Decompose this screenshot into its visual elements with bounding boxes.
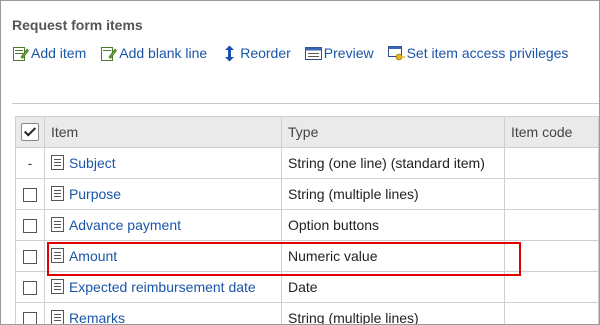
reorder-arrows-icon: [221, 45, 238, 62]
preview-button[interactable]: Preview: [304, 45, 374, 62]
row-select-cell[interactable]: [15, 302, 45, 324]
divider: [12, 103, 599, 104]
item-cell: Remarks: [43, 302, 283, 324]
item-cell: Advance payment: [43, 209, 283, 241]
item-code-cell: [503, 240, 599, 272]
document-icon: [50, 248, 64, 263]
document-icon: [50, 186, 64, 201]
item-link[interactable]: Expected reimbursement date: [69, 279, 256, 295]
row-select-cell[interactable]: [15, 178, 45, 210]
item-link[interactable]: Subject: [69, 155, 116, 171]
table-header-row: Item Type Item code: [15, 116, 599, 148]
item-link[interactable]: Purpose: [69, 186, 121, 202]
select-all-checkbox[interactable]: [20, 123, 39, 142]
set-item-access-privileges-button[interactable]: Set item access privileges: [387, 45, 569, 62]
table-row: Expected reimbursement date Date: [15, 271, 599, 303]
items-table: Item Type Item code - Subject String (on…: [15, 116, 599, 324]
item-code-cell: [503, 147, 599, 179]
item-code-cell: [503, 178, 599, 210]
request-form-items-panel: Request form items Add item Add blank li…: [0, 0, 600, 325]
row-checkbox[interactable]: [22, 250, 37, 265]
item-code-cell: [503, 302, 599, 324]
item-cell: Expected reimbursement date: [43, 271, 283, 303]
select-all-checkbox-cell[interactable]: [15, 116, 45, 148]
item-link[interactable]: Amount: [69, 248, 117, 264]
item-cell: Amount: [43, 240, 283, 272]
column-header-item: Item: [43, 116, 283, 148]
reorder-button[interactable]: Reorder: [221, 45, 291, 62]
row-checkbox[interactable]: [22, 188, 37, 203]
access-key-icon: [387, 45, 405, 62]
row-checkbox[interactable]: [22, 219, 37, 234]
table-row: Advance payment Option buttons: [15, 209, 599, 241]
reorder-label: Reorder: [240, 45, 291, 61]
table-row: - Subject String (one line) (standard it…: [15, 147, 599, 179]
item-link[interactable]: Advance payment: [69, 217, 181, 233]
item-cell: Purpose: [43, 178, 283, 210]
type-cell: String (one line) (standard item): [281, 147, 505, 179]
preview-label: Preview: [323, 45, 374, 61]
row-select-cell[interactable]: [15, 271, 45, 303]
access-label: Set item access privileges: [406, 45, 569, 61]
type-cell: String (multiple lines): [281, 178, 505, 210]
type-cell: String (multiple lines): [281, 302, 505, 324]
document-icon: [50, 310, 64, 324]
type-cell: Date: [281, 271, 505, 303]
item-cell: Subject: [43, 147, 283, 179]
table-row: Remarks String (multiple lines): [15, 302, 599, 324]
document-icon: [50, 155, 64, 170]
column-header-type: Type: [281, 116, 505, 148]
add-blank-line-button[interactable]: Add blank line: [100, 45, 207, 62]
document-icon: [50, 279, 64, 294]
row-checkbox[interactable]: [22, 281, 37, 296]
column-header-item-code: Item code: [503, 116, 599, 148]
type-cell: Option buttons: [281, 209, 505, 241]
type-cell: Numeric value: [281, 240, 505, 272]
row-select-cell[interactable]: [15, 209, 45, 241]
add-blank-line-icon: [100, 45, 118, 62]
row-checkbox[interactable]: [22, 312, 37, 324]
section-title: Request form items: [12, 17, 143, 33]
row-select-cell[interactable]: [15, 240, 45, 272]
item-code-cell: [503, 209, 599, 241]
item-link[interactable]: Remarks: [69, 310, 125, 324]
table-row: Amount Numeric value: [15, 240, 599, 272]
add-item-button[interactable]: Add item: [12, 45, 86, 62]
toolbar: Add item Add blank line Reorder Preview …: [12, 43, 582, 63]
row-select-cell: -: [15, 147, 45, 179]
no-checkbox-dash: -: [27, 155, 33, 171]
document-icon: [50, 217, 64, 232]
add-item-label: Add item: [31, 45, 87, 61]
add-item-icon: [12, 45, 29, 62]
add-blank-line-label: Add blank line: [119, 45, 208, 61]
table-row: Purpose String (multiple lines): [15, 178, 599, 210]
preview-icon: [304, 45, 322, 62]
item-code-cell: [503, 271, 599, 303]
